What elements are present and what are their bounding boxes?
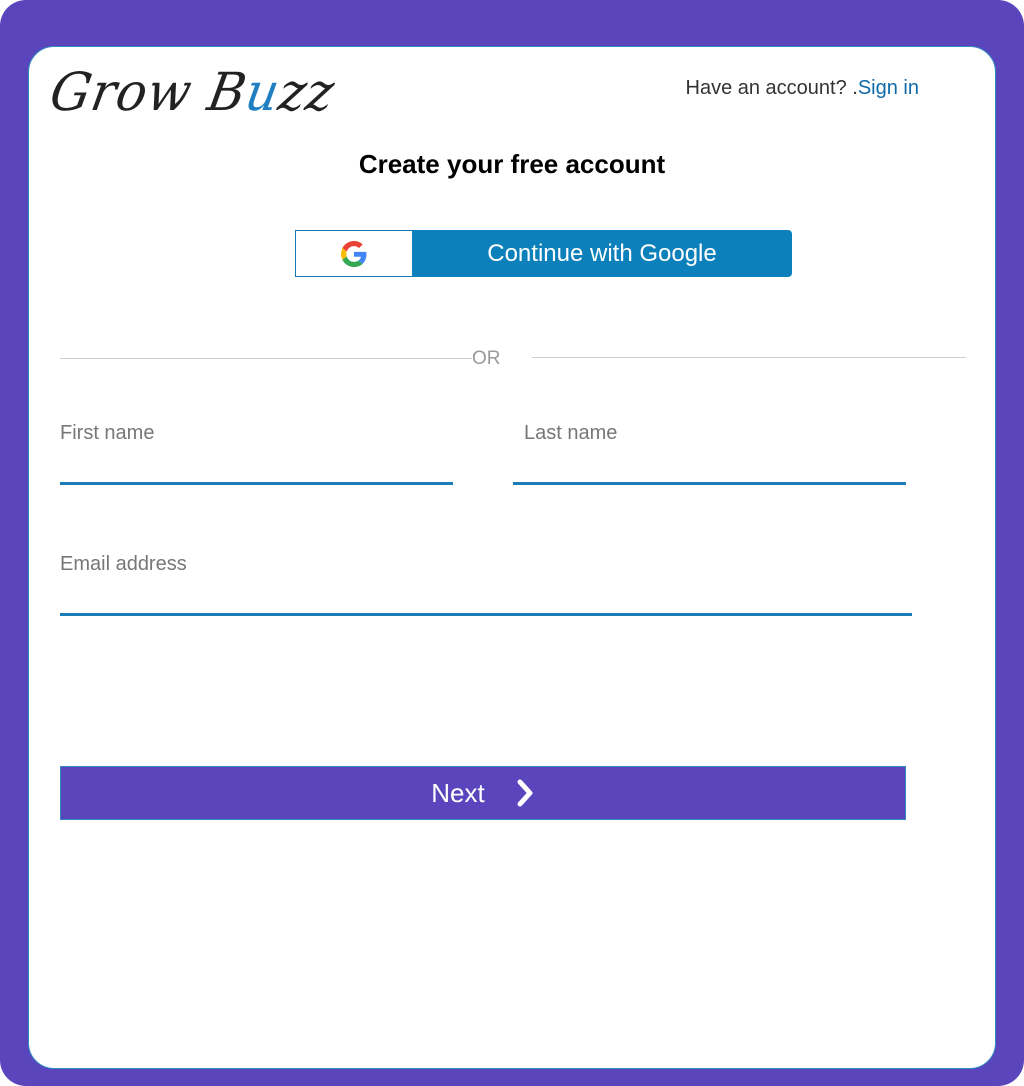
logo-text-3: zz: [274, 61, 340, 123]
signup-card: Grow Buzz Have an account? .Sign in Crea…: [28, 46, 996, 1069]
first-name-label: First name: [60, 422, 155, 444]
growbuzz-logo: Grow Buzz: [46, 62, 340, 123]
outer-frame: Grow Buzz Have an account? .Sign in Crea…: [0, 0, 1024, 1086]
sign-in-link[interactable]: Sign in: [858, 77, 919, 99]
divider-line-left: [60, 358, 472, 359]
page-title: Create your free account: [358, 149, 666, 179]
continue-with-google-button[interactable]: Continue with Google: [295, 230, 792, 277]
email-label: Email address: [60, 553, 187, 575]
last-name-field: Last name: [513, 422, 906, 485]
or-divider: OR: [60, 346, 966, 372]
next-button[interactable]: Next: [60, 766, 906, 820]
have-account-text: Have an account? .: [685, 77, 858, 99]
have-account-prompt: Have an account? .Sign in: [686, 77, 920, 100]
logo-text-1: Grow B: [45, 61, 252, 123]
google-icon: [341, 240, 367, 267]
email-field: Email address: [60, 553, 912, 616]
or-text: OR: [472, 348, 501, 369]
chevron-right-icon: [517, 779, 533, 807]
google-button-label: Continue with Google: [412, 230, 792, 277]
last-name-input[interactable]: [513, 453, 906, 485]
first-name-field: First name: [60, 422, 453, 485]
first-name-input[interactable]: [60, 453, 453, 485]
google-icon-box: [295, 230, 412, 277]
next-button-label: Next: [431, 777, 485, 808]
last-name-label: Last name: [524, 422, 618, 444]
divider-line-right: [532, 357, 966, 358]
email-input[interactable]: [60, 584, 912, 616]
